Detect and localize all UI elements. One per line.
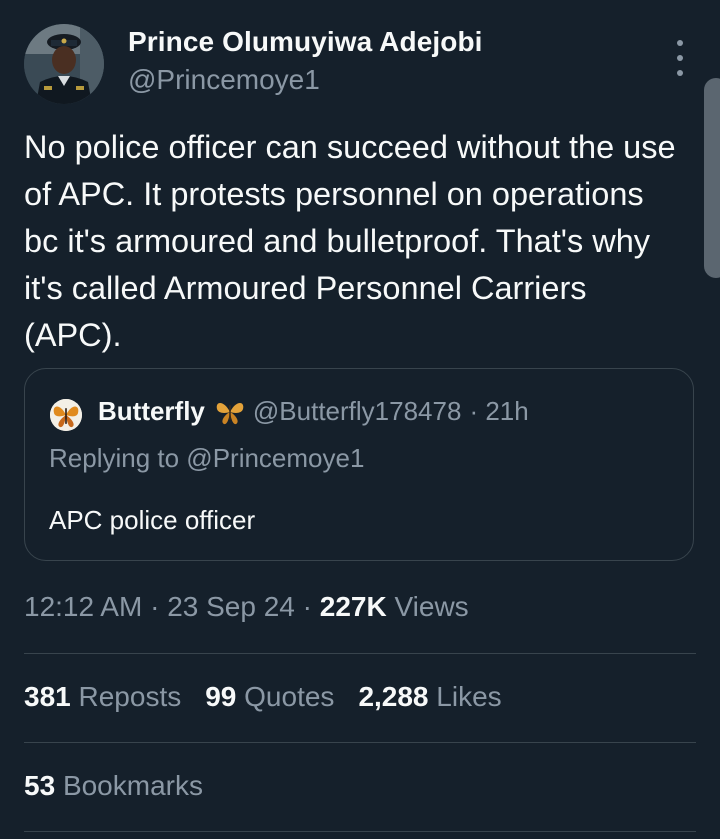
quotes-label: Quotes	[244, 681, 335, 712]
author-name[interactable]: Prince Olumuyiwa Adejobi	[128, 26, 483, 58]
quotes-stat[interactable]: 99 Quotes	[205, 681, 334, 713]
reposts-label: Reposts	[78, 681, 182, 712]
tweet-date: 23 Sep 24	[167, 591, 295, 622]
tweet-detail: Prince Olumuyiwa Adejobi @Princemoye1 No…	[0, 0, 720, 839]
quoted-author-handle[interactable]: @Butterfly178478	[253, 396, 462, 427]
divider	[24, 742, 696, 743]
tweet-text: No police officer can succeed without th…	[24, 129, 676, 353]
bookmarks-label: Bookmarks	[62, 770, 203, 801]
tweet-meta: 12:12 AM · 23 Sep 24 · 227K Views	[24, 591, 469, 623]
scrollbar[interactable]	[704, 78, 720, 278]
likes-count: 2,288	[358, 681, 429, 712]
quoted-tweet-card[interactable]: Butterfly @Butterfly178478 · 21h Replyin…	[24, 368, 694, 561]
butterfly-avatar[interactable]	[50, 399, 82, 431]
tweet-time: 12:12 AM	[24, 591, 143, 622]
reposts-count: 381	[24, 681, 71, 712]
more-dot	[677, 70, 683, 76]
author-avatar[interactable]	[24, 24, 104, 104]
divider	[24, 831, 696, 832]
meta-separator: ·	[150, 591, 160, 622]
replying-to-label: Replying to @Princemoye1	[49, 443, 365, 473]
quoted-tweet-text: APC police officer	[49, 505, 256, 535]
views-label[interactable]: Views	[394, 591, 468, 622]
author-handle[interactable]: @Princemoye1	[128, 64, 320, 96]
butterfly-emoji	[213, 397, 247, 427]
engagement-stats: 381 Reposts 99 Quotes 2,288 Likes	[24, 681, 502, 713]
more-dot	[677, 40, 683, 46]
likes-label: Likes	[436, 681, 502, 712]
divider	[24, 653, 696, 654]
quoted-header: Butterfly @Butterfly178478 · 21h	[98, 396, 529, 427]
likes-stat[interactable]: 2,288 Likes	[358, 681, 501, 713]
views-count[interactable]: 227K	[320, 591, 387, 622]
reposts-stat[interactable]: 381 Reposts	[24, 681, 181, 713]
bookmarks-count: 53	[24, 770, 56, 801]
quoted-timestamp: · 21h	[469, 396, 529, 426]
more-dot	[677, 55, 683, 61]
quotes-count: 99	[205, 681, 237, 712]
meta-separator: ·	[302, 591, 312, 622]
more-vertical-icon[interactable]	[668, 40, 692, 76]
quoted-author-name[interactable]: Butterfly	[98, 396, 205, 427]
bookmarks-stat[interactable]: 53 Bookmarks	[24, 770, 203, 802]
